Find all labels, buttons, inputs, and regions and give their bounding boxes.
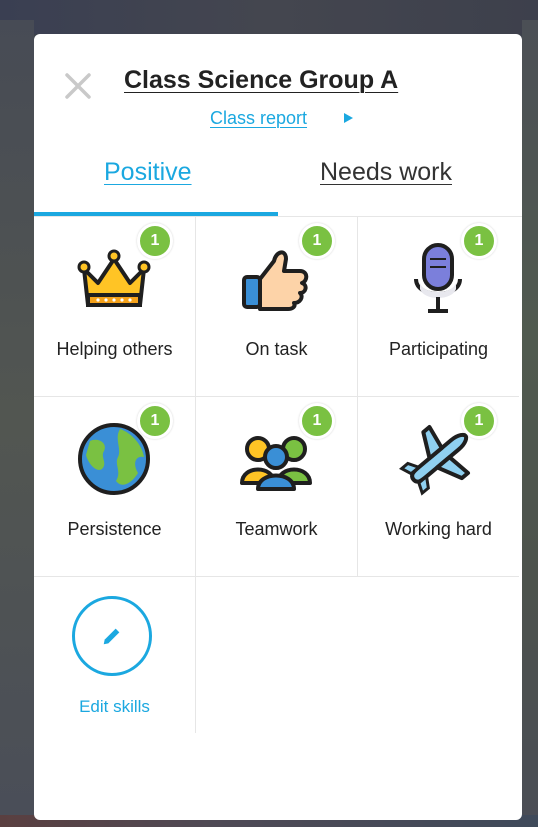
play-arrow-icon [344,113,353,123]
edit-skills-label: Edit skills [79,697,150,716]
edit-skills-circle [72,596,152,676]
count-badge: 1 [137,223,173,259]
skill-label: Working hard [385,519,492,539]
skill-persistence[interactable]: 1 Persistence [34,397,196,577]
edit-skills-button[interactable]: Edit skills [34,577,196,733]
class-report-link[interactable]: Class report [210,108,307,129]
count-badge: 1 [299,223,335,259]
backdrop-right [522,20,538,820]
count-badge: 1 [299,403,335,439]
skill-helping-others[interactable]: 1 Helping others [34,217,196,397]
count-badge: 1 [461,223,497,259]
close-icon [65,73,91,99]
skill-label: Persistence [67,519,162,539]
count-badge: 1 [461,403,497,439]
close-button[interactable] [64,72,92,100]
tab-needs-work[interactable]: Needs work [320,158,452,187]
skill-on-task[interactable]: 1 On task [196,217,358,397]
skill-teamwork[interactable]: 1 Teamwork [196,397,358,577]
skills-grid: 1 Helping others 1 On task 1 Participati… [34,217,522,757]
skill-label: On task [245,339,308,359]
skill-participating[interactable]: 1 Participating [358,217,519,397]
backdrop-left [0,20,34,820]
skill-label: Teamwork [235,519,318,539]
skill-working-hard[interactable]: 1 Working hard [358,397,519,577]
pencil-icon [103,627,121,645]
award-modal: Class Science Group A Class report Posit… [34,34,522,820]
count-badge: 1 [137,403,173,439]
backdrop-top [0,0,538,34]
modal-title: Class Science Group A [124,66,399,94]
tab-positive[interactable]: Positive [104,158,192,187]
skill-label: Helping others [56,339,173,359]
skill-label: Participating [388,339,489,359]
